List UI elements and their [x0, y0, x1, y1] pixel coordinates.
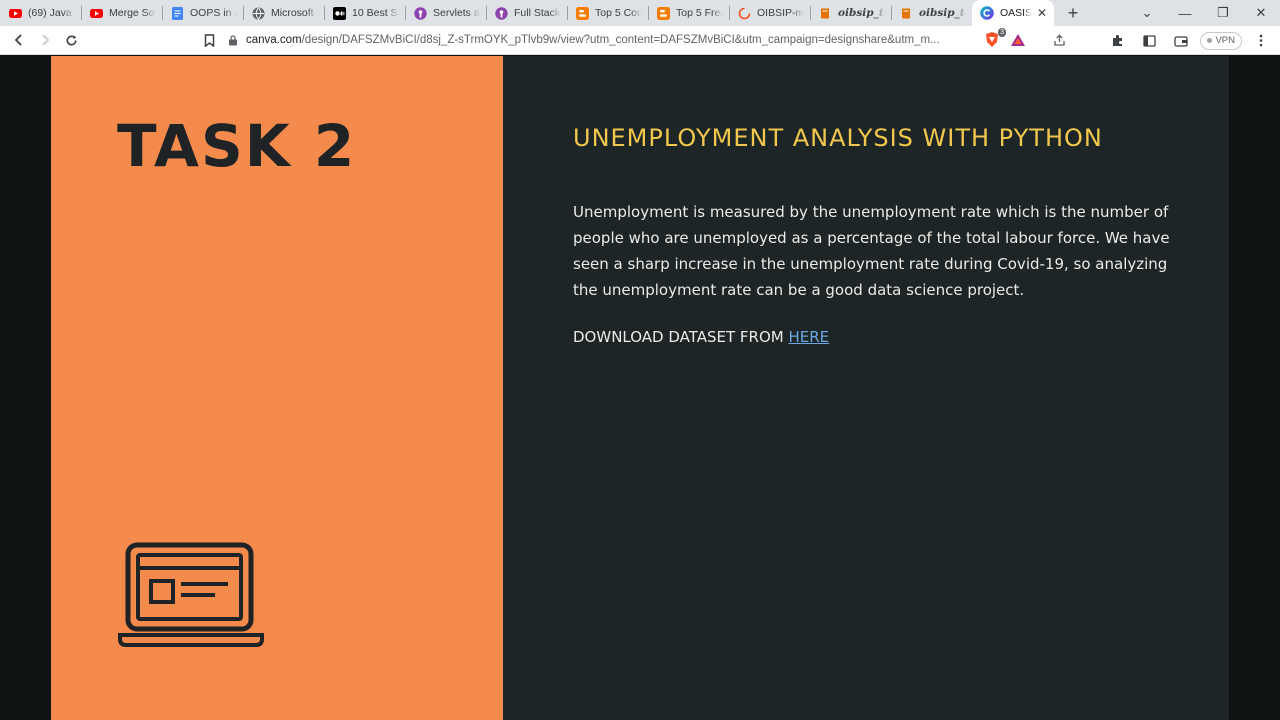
tab-title: (69) Java Co — [28, 7, 75, 19]
new-tab-label: + — [1067, 2, 1079, 23]
menu-icon[interactable] — [1248, 28, 1274, 54]
slide-heading: UNEMPLOYMENT ANALYSIS WITH PYTHON — [573, 124, 1103, 152]
slide-paragraph: Unemployment is measured by the unemploy… — [573, 203, 1170, 299]
url-host: canva.com — [246, 34, 302, 46]
browser-tab[interactable]: Merge Sort — [81, 0, 162, 26]
window-controls: ⌄ — ❐ ✕ — [1128, 0, 1280, 26]
extensions-icon[interactable] — [1104, 28, 1130, 54]
tab-title: oibsip_tas — [919, 7, 966, 19]
tab-search-chevron-icon[interactable]: ⌄ — [1128, 5, 1166, 21]
browser-tab[interactable]: Top 5 Free — [648, 0, 729, 26]
tab-strip: (69) Java Co Merge Sort OOPS in Jav Microso… — [0, 0, 1280, 26]
wallet-icon[interactable] — [1168, 28, 1194, 54]
docs-icon — [170, 6, 184, 20]
browser-tab[interactable]: OOPS in Jav — [162, 0, 243, 26]
browser-tab[interactable]: Servlets and — [405, 0, 486, 26]
brave-icons: 3 — [984, 28, 1026, 48]
browser-tab[interactable]: Top 5 Cour — [567, 0, 648, 26]
purple-circle-icon — [413, 6, 427, 20]
blogger-icon — [656, 6, 670, 20]
address-bar[interactable]: canva.com/design/DAFSZMvBiCI/d8sj_Z-sTrm… — [228, 28, 1066, 52]
browser-tab[interactable]: Full Stack D — [486, 0, 567, 26]
vpn-button[interactable]: VPN — [1200, 31, 1242, 50]
close-tab-icon[interactable]: ✕ — [1036, 6, 1048, 20]
tab-title: Top 5 Cour — [595, 7, 642, 19]
download-line: DOWNLOAD DATASET FROM HERE — [573, 328, 829, 346]
vpn-status-dot — [1207, 38, 1213, 43]
tab-title: Full Stack D — [514, 7, 561, 19]
back-icon[interactable] — [6, 27, 32, 53]
browser-tab[interactable]: oibsip_tas — [891, 0, 972, 26]
download-prefix: DOWNLOAD DATASET FROM — [573, 328, 789, 346]
restore-icon[interactable]: ❐ — [1204, 5, 1242, 21]
url-text: canva.com/design/DAFSZMvBiCI/d8sj_Z-sTrm… — [246, 34, 1047, 46]
tab-title: Merge Sort — [109, 7, 156, 19]
tab-title: OOPS in Jav — [190, 7, 237, 19]
book-icon — [818, 6, 832, 20]
slide-right-panel: UNEMPLOYMENT ANALYSIS WITH PYTHON Unempl… — [503, 56, 1229, 720]
brave-badge: 3 — [998, 28, 1006, 37]
download-here-link[interactable]: HERE — [789, 328, 830, 346]
browser-toolbar: canva.com/design/DAFSZMvBiCI/d8sj_Z-sTrm… — [0, 26, 1280, 55]
browser-tab[interactable]: (69) Java Co — [0, 0, 81, 26]
tab-list: (69) Java Co Merge Sort OOPS in Jav Microso… — [0, 0, 1054, 26]
browser-tab[interactable]: Microsoft V — [243, 0, 324, 26]
forward-icon[interactable] — [32, 27, 58, 53]
browser-tab[interactable]: 10 Best Ser — [324, 0, 405, 26]
browser-tab[interactable]: OASIS I✕ — [972, 0, 1054, 26]
reload-icon[interactable] — [58, 27, 84, 53]
tab-title: 10 Best Ser — [352, 7, 399, 19]
canva-view: TASK 2 UNEMPLOYMENT ANALYSIS WITH PYTHON… — [0, 56, 1280, 720]
browser-tab[interactable]: OIBSIP-mai — [729, 0, 810, 26]
medium-icon — [332, 6, 346, 20]
vpn-label: VPN — [1215, 35, 1235, 46]
tab-title: oibsip_tas — [838, 7, 885, 19]
tab-title: OASIS I — [1000, 7, 1033, 19]
book-icon — [899, 6, 913, 20]
tab-title: OIBSIP-mai — [757, 7, 804, 19]
blogger-icon — [575, 6, 589, 20]
minimize-icon[interactable]: — — [1166, 6, 1204, 21]
new-tab-button[interactable]: + — [1060, 0, 1086, 26]
toolbar-right: VPN — [1104, 26, 1274, 55]
browser-tab[interactable]: oibsip_tas — [810, 0, 891, 26]
loading-icon — [737, 6, 751, 20]
youtube-icon — [8, 6, 22, 20]
task-title: TASK 2 — [117, 112, 357, 180]
youtube-icon — [89, 6, 103, 20]
tab-title: Microsoft V — [271, 7, 318, 19]
slide-left-panel: TASK 2 — [51, 56, 503, 720]
canva-icon — [980, 6, 994, 20]
url-path: /design/DAFSZMvBiCI/d8sj_Z-sTrmOYK_pTlvb… — [301, 34, 940, 46]
sidebar-icon[interactable] — [1136, 28, 1162, 54]
bookmark-icon[interactable] — [196, 27, 222, 53]
share-icon[interactable] — [1053, 33, 1066, 47]
globe-icon — [251, 6, 265, 20]
purple-circle-icon — [494, 6, 508, 20]
laptop-icon — [118, 542, 264, 647]
brave-rewards-icon[interactable] — [1010, 33, 1026, 47]
tab-title: Servlets and — [433, 7, 480, 19]
close-window-icon[interactable]: ✕ — [1242, 5, 1280, 21]
tab-title: Top 5 Free — [676, 7, 723, 19]
brave-shields-icon[interactable]: 3 — [984, 28, 1006, 48]
lock-icon — [228, 34, 238, 46]
